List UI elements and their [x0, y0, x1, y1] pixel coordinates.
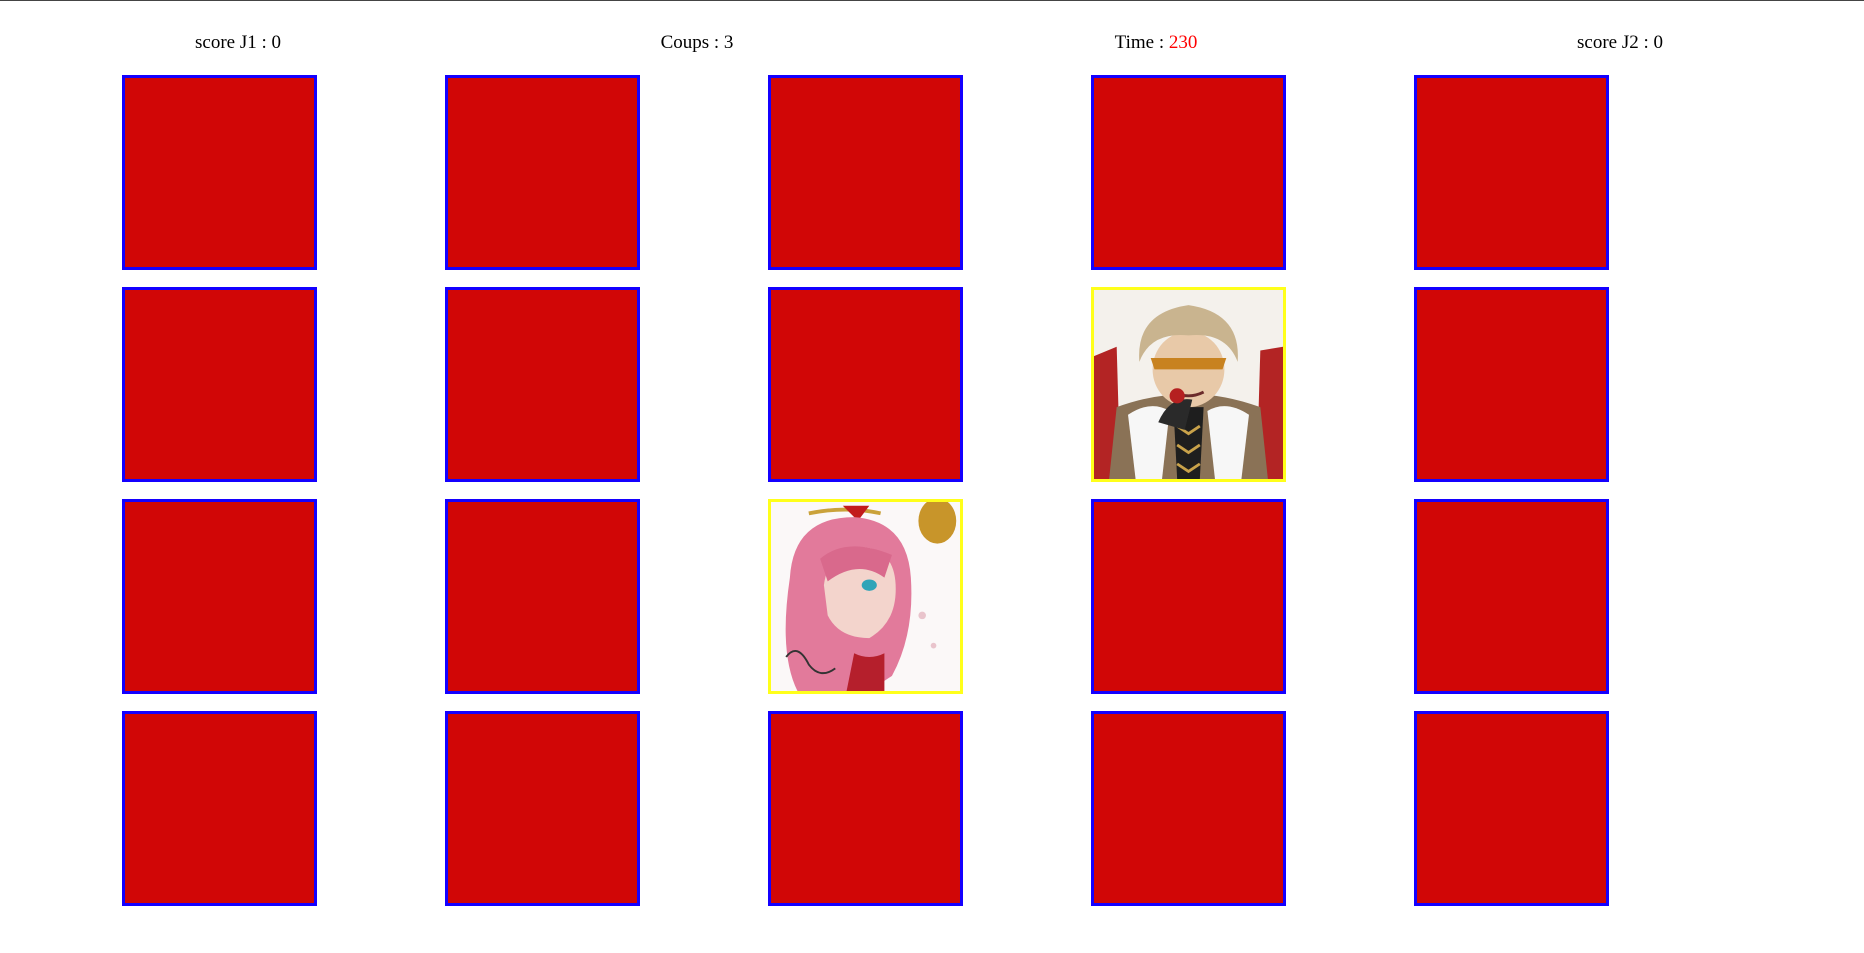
- memory-card-r2-c1[interactable]: [122, 287, 317, 482]
- memory-card-r1-c1[interactable]: [122, 75, 317, 270]
- pink-haired-character-icon: [771, 502, 960, 691]
- memory-card-r3-c5[interactable]: [1414, 499, 1609, 694]
- memory-card-r4-c4[interactable]: [1091, 711, 1286, 906]
- memory-card-r4-c5[interactable]: [1414, 711, 1609, 906]
- memory-card-r1-c2[interactable]: [445, 75, 640, 270]
- memory-card-r3-c2[interactable]: [445, 499, 640, 694]
- memory-card-r1-c3[interactable]: [768, 75, 963, 270]
- memory-card-r4-c3[interactable]: [768, 711, 963, 906]
- memory-card-r2-c5[interactable]: [1414, 287, 1609, 482]
- game-page: score J1 : 0 Coups : 3 Time : 230 score …: [0, 0, 1864, 953]
- card-grid: [0, 1, 1864, 953]
- memory-card-r1-c4[interactable]: [1091, 75, 1286, 270]
- memory-card-r2-c3[interactable]: [768, 287, 963, 482]
- memory-card-r2-c2[interactable]: [445, 287, 640, 482]
- memory-card-r4-c2[interactable]: [445, 711, 640, 906]
- memory-card-r3-c4[interactable]: [1091, 499, 1286, 694]
- memory-card-r3-c1[interactable]: [122, 499, 317, 694]
- memory-card-r4-c1[interactable]: [122, 711, 317, 906]
- memory-card-r3-c3[interactable]: [768, 499, 963, 694]
- memory-card-r1-c5[interactable]: [1414, 75, 1609, 270]
- memory-card-r2-c4[interactable]: [1091, 287, 1286, 482]
- hooded-blond-character-icon: [1094, 290, 1283, 479]
